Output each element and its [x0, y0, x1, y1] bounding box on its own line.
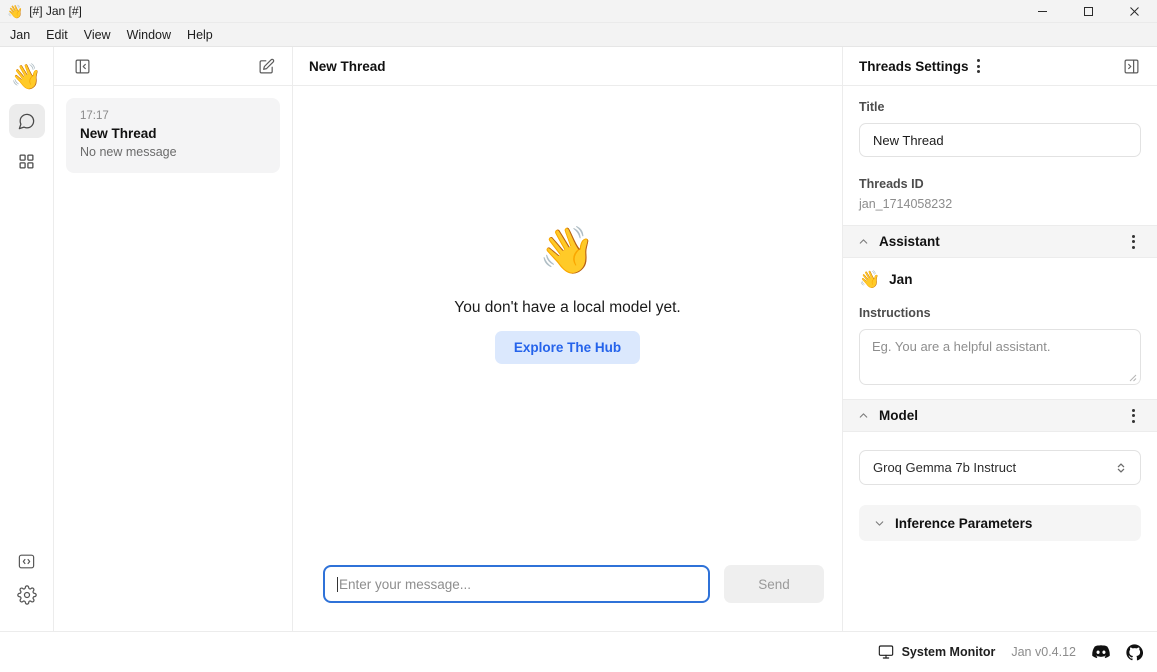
system-monitor-label: System Monitor — [901, 645, 996, 659]
compose-icon[interactable] — [254, 54, 278, 78]
sidebar-item-hub[interactable] — [9, 144, 45, 178]
assistant-identity: 👋 Jan — [843, 258, 1157, 292]
assistant-avatar-icon: 👋 — [859, 270, 881, 289]
github-link[interactable] — [1126, 643, 1143, 661]
window-title: 👋 [#] Jan [#] — [0, 4, 82, 18]
resize-handle-icon[interactable] — [1127, 372, 1137, 382]
model-menu-icon[interactable] — [1124, 405, 1143, 427]
menu-item-edit[interactable]: Edit — [38, 25, 76, 45]
chat-panel: New Thread 👋 You don't have a local mode… — [293, 47, 843, 631]
empty-state-message: You don't have a local model yet. — [454, 299, 681, 316]
model-section-label: Model — [879, 408, 918, 423]
thread-timestamp: 17:17 — [80, 110, 109, 122]
chevron-down-icon — [873, 517, 886, 530]
chevron-up-icon — [857, 409, 870, 422]
chevron-up-icon — [857, 235, 870, 248]
assistant-section-label: Assistant — [879, 234, 940, 249]
panel-collapse-left-icon[interactable] — [70, 54, 94, 78]
thread-settings-title: Threads Settings — [859, 58, 969, 74]
menu-item-help[interactable]: Help — [179, 25, 221, 45]
assistant-name: Jan — [889, 272, 913, 287]
menubar: Jan Edit View Window Help — [0, 23, 1157, 47]
instructions-label: Instructions — [859, 306, 931, 320]
minimize-button[interactable] — [1019, 0, 1065, 23]
inference-parameters-label: Inference Parameters — [895, 515, 1033, 531]
thread-settings-body: Title New Thread Threads ID jan_17140582… — [843, 86, 1157, 631]
message-input[interactable]: Enter your message... — [323, 565, 710, 603]
jan-app-window: 👋 [#] Jan [#] Jan Edit View Window Help … — [0, 0, 1157, 672]
thread-id-group: Threads ID jan_1714058232 — [843, 161, 1157, 225]
thread-preview: No new message — [80, 145, 177, 159]
threads-panel-header — [54, 47, 292, 86]
thread-settings-menu-icon[interactable] — [969, 55, 988, 77]
thread-settings-header: Threads Settings — [843, 47, 1157, 86]
status-bar: System Monitor Jan v0.4.12 — [0, 631, 1157, 672]
model-section-header[interactable]: Model — [843, 399, 1157, 432]
model-select[interactable]: Groq Gemma 7b Instruct — [859, 450, 1141, 485]
sidebar-item-local-api-server[interactable] — [17, 552, 36, 571]
instructions-group: Instructions Eg. You are a helpful assis… — [843, 292, 1157, 399]
discord-icon — [1092, 645, 1110, 659]
sidebar-item-settings[interactable] — [16, 585, 37, 605]
instructions-placeholder: Eg. You are a helpful assistant. — [872, 339, 1051, 354]
menu-item-jan[interactable]: Jan — [2, 25, 38, 45]
text-caret — [337, 576, 338, 592]
message-input-placeholder: Enter your message... — [339, 576, 472, 592]
code-icon — [17, 552, 36, 571]
threads-panel: 17:17 New Thread No new message — [54, 47, 293, 631]
github-icon — [1126, 643, 1143, 661]
chat-bubble-icon — [17, 112, 36, 131]
model-select-value: Groq Gemma 7b Instruct — [873, 460, 1017, 475]
window-controls — [1019, 0, 1157, 23]
gear-icon — [16, 585, 37, 605]
close-button[interactable] — [1111, 0, 1157, 23]
thread-title-input[interactable]: New Thread — [859, 123, 1141, 157]
app-body: 👋 17:17 New Thread No new message New Th… — [0, 47, 1157, 631]
system-monitor-button[interactable]: System Monitor — [878, 644, 996, 660]
thread-title-label: Title — [859, 100, 885, 114]
chat-panel-header: New Thread — [293, 47, 842, 86]
app-version-label: Jan v0.4.12 — [1011, 645, 1076, 659]
monitor-icon — [878, 644, 894, 660]
app-logo-icon: 👋 — [7, 3, 24, 19]
rail-bottom-group — [16, 552, 37, 621]
instructions-textarea[interactable]: Eg. You are a helpful assistant. — [859, 329, 1141, 385]
empty-state: 👋 You don't have a local model yet. Expl… — [454, 224, 681, 364]
explore-the-hub-button[interactable]: Explore The Hub — [494, 331, 641, 364]
model-select-group: Groq Gemma 7b Instruct — [843, 432, 1157, 489]
inference-parameters-accordion[interactable]: Inference Parameters — [859, 505, 1141, 541]
threads-list: 17:17 New Thread No new message — [54, 86, 292, 631]
assistant-section-header[interactable]: Assistant — [843, 225, 1157, 258]
grid-icon — [18, 153, 35, 170]
menu-item-view[interactable]: View — [76, 25, 119, 45]
thread-title-field-group: Title New Thread — [843, 86, 1157, 161]
wave-emoji-icon: 👋 — [538, 224, 597, 276]
list-item[interactable]: 17:17 New Thread No new message — [66, 98, 280, 173]
window-titlebar: 👋 [#] Jan [#] — [0, 0, 1157, 23]
thread-id-label: Threads ID — [859, 177, 924, 191]
rail-logo-icon: 👋 — [10, 63, 43, 91]
window-title-text: [#] Jan [#] — [29, 4, 82, 18]
sidebar-item-chat[interactable] — [8, 104, 45, 138]
thread-title: New Thread — [80, 126, 157, 141]
maximize-button[interactable] — [1065, 0, 1111, 23]
chat-messages-area: 👋 You don't have a local model yet. Expl… — [293, 86, 842, 565]
menu-item-window[interactable]: Window — [119, 25, 179, 45]
left-nav-rail: 👋 — [0, 47, 54, 631]
message-composer: Enter your message... Send — [293, 565, 842, 631]
panel-collapse-right-icon[interactable] — [1119, 54, 1143, 78]
thread-id-value: jan_1714058232 — [859, 197, 953, 211]
assistant-menu-icon[interactable] — [1124, 231, 1143, 253]
thread-settings-panel: Threads Settings Title New Thread Thread… — [843, 47, 1157, 631]
chevron-updown-icon — [1115, 461, 1127, 475]
discord-link[interactable] — [1092, 645, 1110, 659]
page-title: New Thread — [309, 58, 386, 74]
send-button[interactable]: Send — [724, 565, 824, 603]
